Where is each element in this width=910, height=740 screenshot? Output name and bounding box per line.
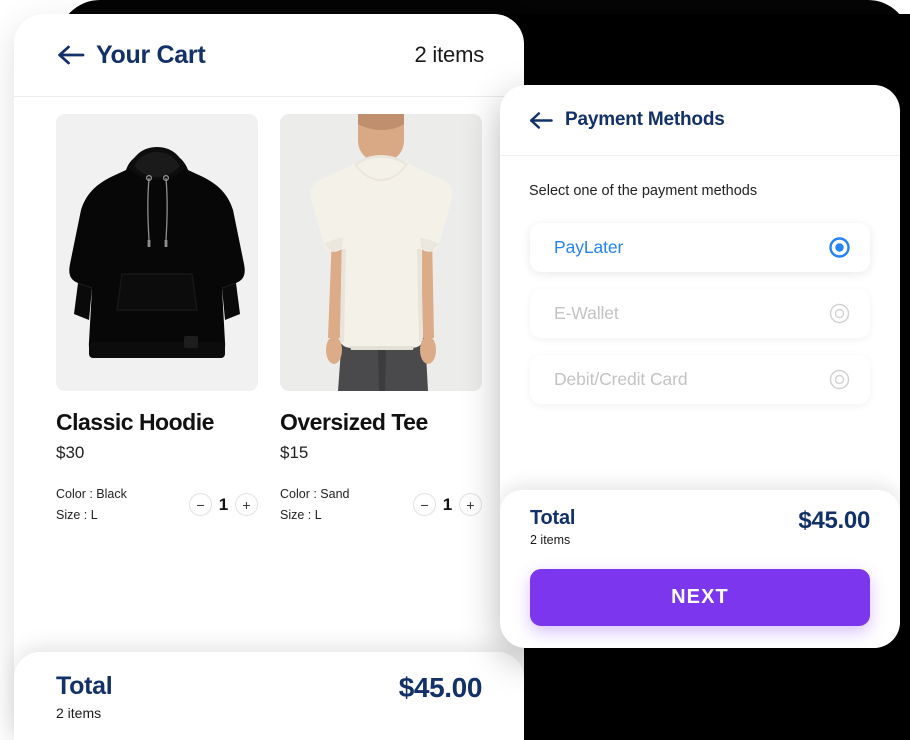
payment-option-label: E-Wallet	[554, 303, 619, 323]
payment-footer: Total 2 items $45.00 NEXT	[500, 490, 900, 648]
product-attributes: Color : Sand Size : L	[280, 484, 349, 525]
next-button[interactable]: NEXT	[530, 569, 870, 626]
cart-total-items: 2 items	[56, 705, 102, 721]
increment-quantity-button[interactable]: +	[459, 493, 482, 517]
payment-option-paylater[interactable]: PayLater	[530, 223, 870, 272]
product-meta-row: Color : Black Size : L − 1 +	[56, 484, 258, 525]
payment-option-label: PayLater	[554, 237, 624, 257]
product-name: Classic Hoodie	[56, 409, 214, 435]
product-attributes: Color : Black Size : L	[56, 484, 127, 525]
cart-total-bar: Total 2 items $45.00	[14, 652, 524, 740]
product-price: $15	[280, 443, 309, 462]
product-size: Size : L	[280, 507, 322, 522]
product-color: Color : Black	[56, 487, 127, 501]
payment-option-ewallet[interactable]: E-Wallet	[530, 289, 870, 338]
cart-total-amount: $45.00	[398, 672, 483, 703]
payment-methods-panel: Payment Methods Select one of the paymen…	[500, 85, 900, 648]
product-card[interactable]: Oversized Tee $15 Color : Sand Size : L …	[280, 114, 482, 525]
radio-unselected-icon[interactable]	[829, 303, 850, 324]
payment-header: Payment Methods	[500, 85, 900, 156]
product-name: Oversized Tee	[280, 409, 428, 435]
product-size: Size : L	[56, 507, 98, 522]
payment-subtitle: Select one of the payment methods	[529, 183, 758, 199]
payment-total-label: Total	[530, 507, 576, 529]
product-color: Color : Sand	[280, 487, 350, 501]
cart-item-count: 2 items	[414, 42, 484, 67]
cart-total-text-group: Total 2 items	[56, 672, 113, 740]
radio-selected-icon[interactable]	[829, 237, 850, 258]
back-arrow-icon[interactable]	[56, 43, 86, 67]
quantity-value: 1	[442, 494, 453, 514]
product-card[interactable]: Classic Hoodie $30 Color : Black Size : …	[56, 114, 258, 525]
product-price: $30	[56, 443, 85, 462]
page-title: Your Cart	[96, 40, 206, 69]
product-meta-row: Color : Sand Size : L − 1 +	[280, 484, 482, 525]
quantity-value: 1	[218, 494, 229, 514]
radio-unselected-icon[interactable]	[829, 369, 850, 390]
cart-header: Your Cart 2 items	[14, 14, 524, 97]
increment-quantity-button[interactable]: +	[235, 493, 258, 517]
product-image-tee	[280, 114, 482, 391]
quantity-stepper: − 1 +	[413, 493, 482, 517]
quantity-stepper: − 1 +	[189, 493, 258, 517]
payment-total-text-group: Total 2 items	[530, 507, 575, 547]
payment-option-label: Debit/Credit Card	[554, 369, 688, 389]
payment-total-row: Total 2 items $45.00	[530, 507, 870, 547]
decrement-quantity-button[interactable]: −	[413, 493, 436, 517]
payment-total-amount: $45.00	[798, 507, 870, 534]
payment-page-title: Payment Methods	[565, 109, 725, 130]
decrement-quantity-button[interactable]: −	[189, 493, 212, 517]
product-grid: Classic Hoodie $30 Color : Black Size : …	[14, 114, 524, 525]
cart-panel: Your Cart 2 items Classic Hoodie $30 Col…	[14, 14, 524, 740]
product-image-hoodie	[56, 114, 258, 391]
back-arrow-icon[interactable]	[528, 110, 554, 131]
payment-total-items: 2 items	[530, 533, 571, 547]
payment-options-list: PayLater E-Wallet Debit/Credit Card	[500, 223, 900, 404]
payment-option-card[interactable]: Debit/Credit Card	[530, 355, 870, 404]
cart-total-label: Total	[56, 672, 113, 700]
